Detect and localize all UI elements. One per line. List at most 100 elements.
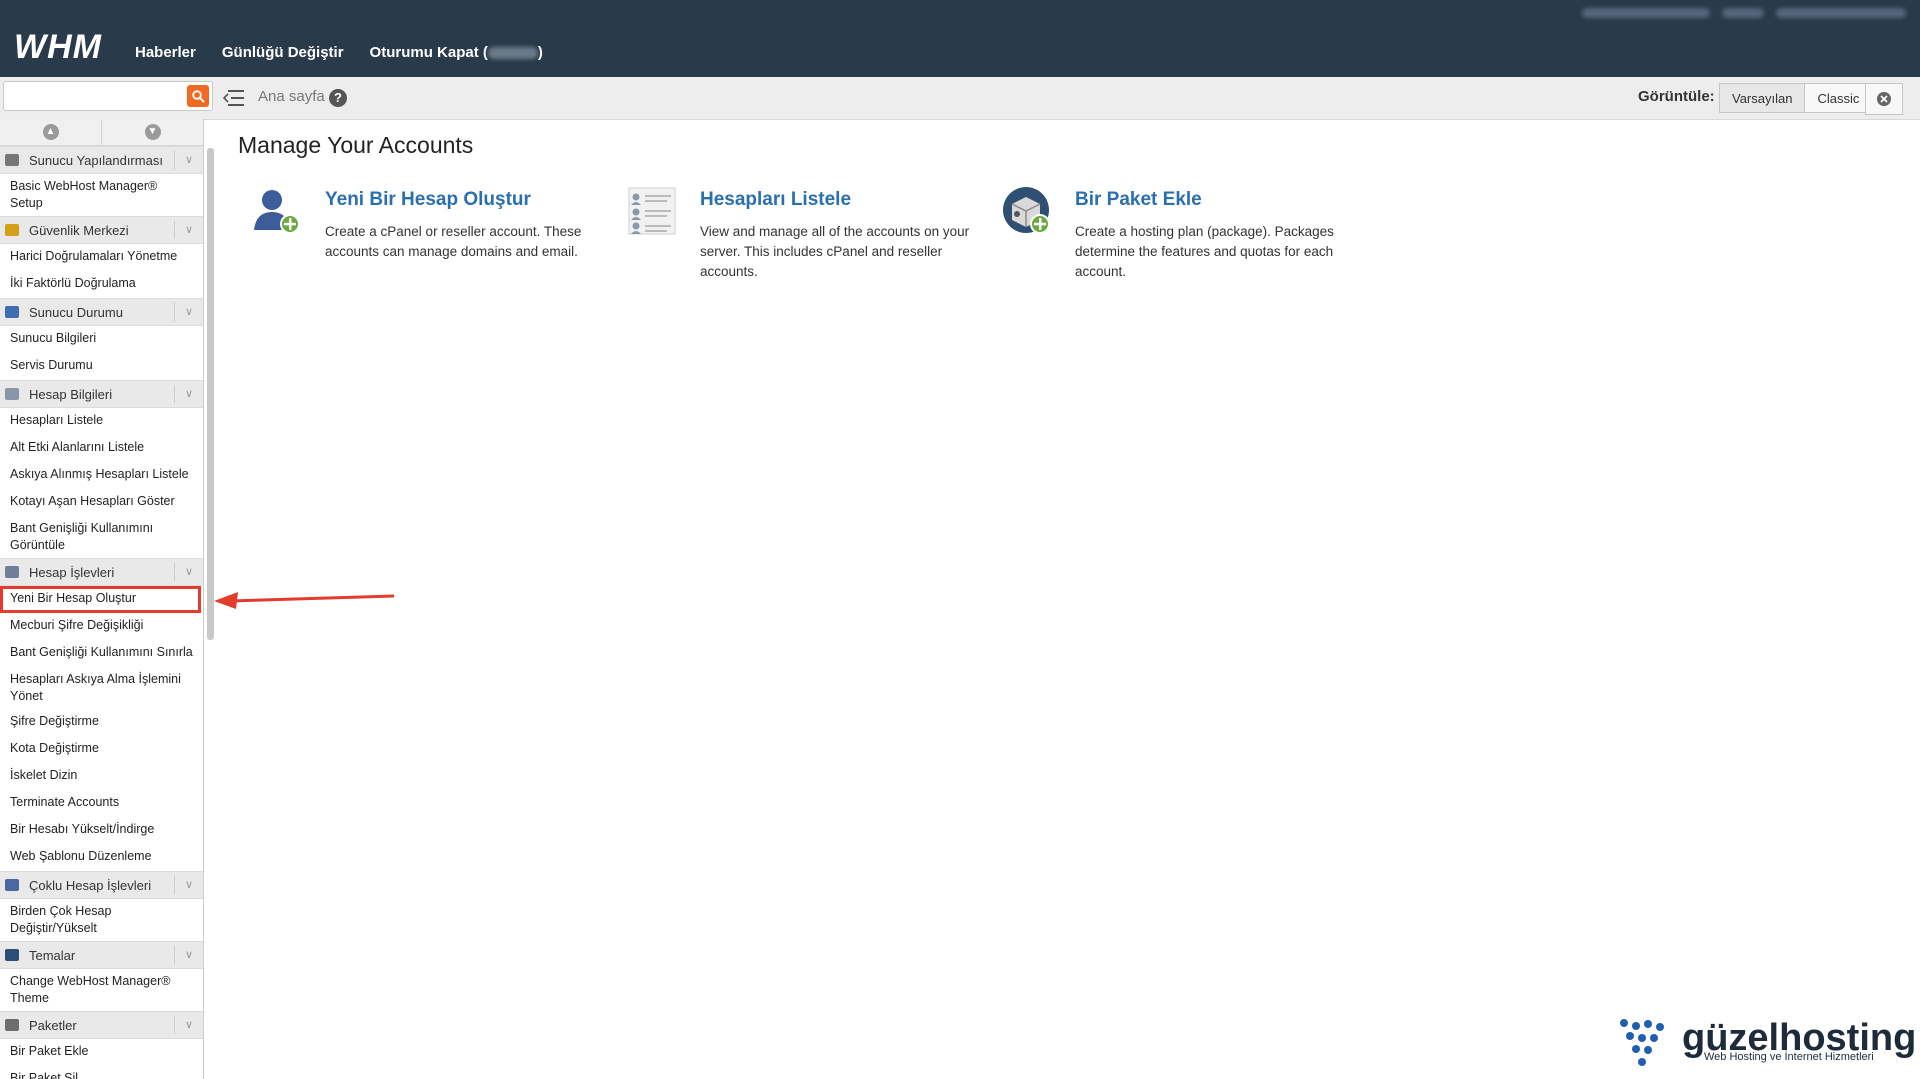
logout-suffix: ) (537, 44, 543, 61)
card-title[interactable]: Yeni Bir Hesap Oluştur (325, 189, 531, 211)
chevron-down-icon[interactable]: ∨ (174, 876, 203, 894)
sidebar-item[interactable]: İki Faktörlü Doğrulama (0, 271, 203, 298)
account-info-icon (5, 388, 19, 400)
package-icon (5, 1019, 19, 1031)
view-label: Görüntüle: (1638, 88, 1715, 105)
sidebar-item[interactable]: Hesapları Askıya Alma İşlemini Yönet (0, 667, 203, 709)
sidebar-section[interactable]: Paketler ∨ (0, 1011, 203, 1039)
top-header: WHM Haberler Günlüğü Değiştir Oturumu Ka… (0, 0, 1920, 77)
sidebar-item[interactable]: Bant Genişliği Kullanımını Görüntüle (0, 516, 203, 558)
card-title[interactable]: Hesapları Listele (700, 189, 851, 211)
view-switch: Varsayılan Classic (1719, 83, 1873, 113)
card-description: View and manage all of the accounts on y… (700, 224, 970, 279)
sidebar-item[interactable]: Change WebHost Manager® Theme (0, 969, 203, 1011)
sidebar-section[interactable]: Sunucu Yapılandırması ∨ (0, 146, 203, 174)
sidebar-section[interactable]: Sunucu Durumu ∨ (0, 298, 203, 326)
redacted-username (487, 47, 538, 60)
sidebar-item[interactable]: Kotayı Aşan Hesapları Göster (0, 489, 203, 516)
close-button[interactable] (1865, 83, 1903, 115)
nav-news[interactable]: Haberler (135, 44, 196, 61)
sidebar-item[interactable]: Birden Çok Hesap Değiştir/Yükselt (0, 899, 203, 941)
sidebar-item[interactable]: İskelet Dizin (0, 763, 203, 790)
logout-label: Oturumu Kapat ( (369, 44, 488, 61)
sidebar-item[interactable]: Bir Hesabı Yükselt/İndirge (0, 817, 203, 844)
sidebar-section[interactable]: Çoklu Hesap İşlevleri ∨ (0, 871, 203, 899)
scroll-up-button[interactable]: ▲ (0, 119, 101, 145)
multi-user-icon (5, 879, 19, 891)
sidebar-section[interactable]: Hesap Bilgileri ∨ (0, 380, 203, 408)
sidebar-list: Sunucu Yapılandırması ∨ Basic WebHost Mana… (0, 146, 203, 1079)
nav-changelog[interactable]: Günlüğü Değiştir (222, 44, 344, 61)
search-input[interactable] (8, 84, 182, 110)
sidebar-item[interactable]: Yeni Bir Hesap Oluştur (0, 586, 201, 613)
sidebar-section-title: Temalar (29, 947, 76, 963)
sidebar-scrollbar[interactable] (207, 148, 214, 640)
add-user-icon (254, 190, 300, 234)
scroll-down-button[interactable]: ▼ (101, 119, 203, 145)
search-box (3, 81, 213, 111)
brand-logo-icon (1620, 1019, 1664, 1066)
sidebar-section[interactable]: Güvenlik Merkezi ∨ (0, 216, 203, 244)
sidebar: ▲ ▼ Sunucu Yapılandırması ∨ Basic WebHost … (0, 119, 204, 1079)
sidebar-section-title: Güvenlik Merkezi (29, 222, 129, 238)
chevron-down-icon[interactable]: ∨ (174, 151, 203, 169)
search-icon (191, 89, 205, 103)
chevron-up-icon: ▲ (42, 124, 59, 140)
sidebar-section-title: Sunucu Yapılandırması (29, 152, 163, 168)
sidebar-item[interactable]: Servis Durumu (0, 353, 203, 380)
help-icon[interactable]: ? (329, 89, 347, 107)
sidebar-item[interactable]: Bir Paket Ekle (0, 1039, 203, 1066)
redacted-server-info (1582, 8, 1906, 18)
sidebar-item[interactable]: Sunucu Bilgileri (0, 326, 203, 353)
page-title: Manage Your Accounts (238, 132, 474, 158)
sidebar-item[interactable]: Kota Değiştirme (0, 736, 203, 763)
card-description: Create a cPanel or reseller account. The… (325, 224, 582, 259)
chevron-down-icon[interactable]: ∨ (174, 1016, 203, 1034)
add-package-icon (1003, 187, 1050, 234)
sidebar-section-title: Sunucu Durumu (29, 304, 123, 320)
sidebar-item[interactable]: Basic WebHost Manager® Setup (0, 174, 203, 216)
chevron-down-icon[interactable]: ∨ (174, 563, 203, 581)
sidebar-scroll-controls: ▲ ▼ (0, 119, 203, 146)
sidebar-item[interactable]: Hesapları Listele (0, 408, 203, 435)
close-icon (1877, 92, 1891, 106)
card-title[interactable]: Bir Paket Ekle (1075, 189, 1202, 211)
sidebar-section[interactable]: Hesap İşlevleri ∨ (0, 558, 203, 586)
chevron-down-icon[interactable]: ∨ (174, 946, 203, 964)
breadcrumb-home[interactable]: Ana sayfa (258, 88, 325, 105)
lock-icon (5, 224, 19, 236)
nav-logout[interactable]: Oturumu Kapat () (370, 44, 543, 61)
sidebar-section-title: Hesap Bilgileri (29, 386, 113, 402)
menu-collapse-icon[interactable] (222, 86, 246, 110)
view-classic-button[interactable]: Classic (1805, 83, 1873, 113)
sidebar-item[interactable]: Mecburi Şifre Değişikliği (0, 613, 203, 640)
sidebar-section[interactable]: Temalar ∨ (0, 941, 203, 969)
sidebar-section-title: Çoklu Hesap İşlevleri (29, 877, 152, 893)
server-config-icon (5, 154, 19, 166)
monitor-icon (5, 306, 19, 318)
top-nav: Haberler Günlüğü Değiştir Oturumu Kapat … (135, 44, 543, 61)
brand-tagline: Web Hosting ve İnternet Hizmetleri (1704, 1051, 1874, 1063)
sidebar-item[interactable]: Bant Genişliği Kullanımını Sınırla (0, 640, 203, 667)
view-default-button[interactable]: Varsayılan (1719, 83, 1806, 113)
whm-logo[interactable]: WHM (14, 28, 102, 67)
brand-watermark: güzelhosting Web Hosting ve İnternet Hiz… (1618, 1017, 1916, 1069)
user-functions-icon (5, 566, 19, 578)
globe-icon (5, 949, 19, 961)
search-button[interactable] (187, 85, 209, 107)
sidebar-item[interactable]: Bir Paket Sil (0, 1066, 203, 1079)
annotation-arrow (214, 592, 395, 609)
sidebar-section-title: Hesap İşlevleri (29, 564, 115, 580)
chevron-down-icon[interactable]: ∨ (174, 385, 203, 403)
sidebar-item[interactable]: Şifre Değiştirme (0, 709, 203, 736)
card-description: Create a hosting plan (package). Package… (1075, 224, 1334, 279)
sidebar-item[interactable]: Terminate Accounts (0, 790, 203, 817)
sidebar-item[interactable]: Alt Etki Alanlarını Listele (0, 435, 203, 462)
chevron-down-icon[interactable]: ∨ (174, 303, 203, 321)
sidebar-item[interactable]: Harici Doğrulamaları Yönetme (0, 244, 203, 271)
sidebar-item[interactable]: Askıya Alınmış Hesapları Listele (0, 462, 203, 489)
sidebar-section-title: Paketler (29, 1017, 77, 1033)
sidebar-item[interactable]: Web Şablonu Düzenleme (0, 844, 203, 871)
chevron-down-icon[interactable]: ∨ (174, 221, 203, 239)
chevron-down-icon: ▼ (144, 124, 161, 140)
